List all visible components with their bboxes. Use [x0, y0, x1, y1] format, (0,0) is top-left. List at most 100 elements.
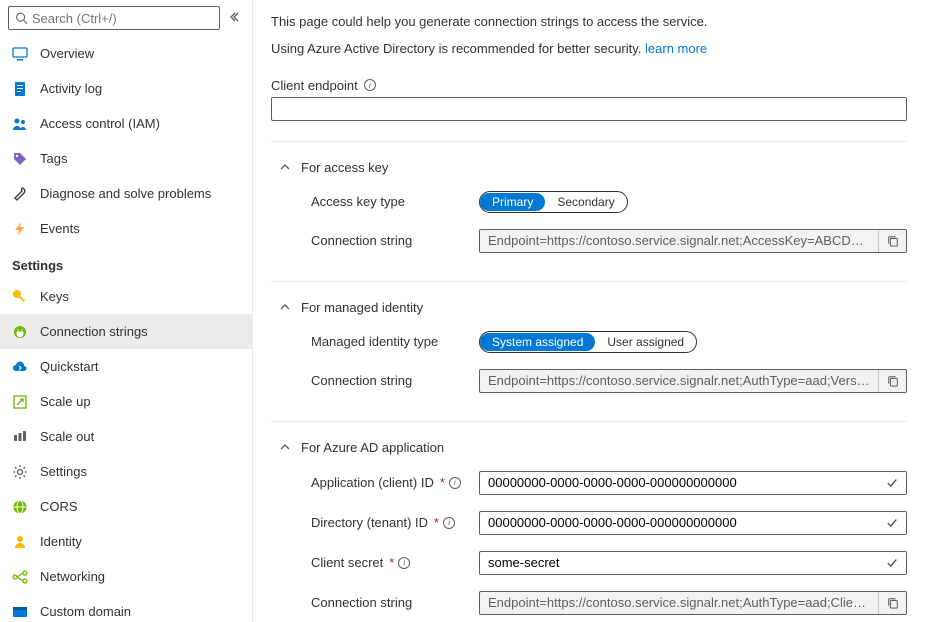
- pill-primary[interactable]: Primary: [480, 193, 545, 211]
- sidebar: Overview Activity log Access control (IAM)…: [0, 0, 253, 622]
- sidebar-item-settings[interactable]: Settings: [0, 454, 252, 489]
- sidebar-item-custom-domain[interactable]: Custom domain: [0, 594, 252, 622]
- client-secret-label: Client secret* i: [311, 555, 471, 570]
- conn-string-label: Connection string: [311, 595, 471, 610]
- sidebar-item-label: Settings: [40, 464, 87, 479]
- intro-line1: This page could help you generate connec…: [271, 12, 907, 33]
- sidebar-item-cors[interactable]: CORS: [0, 489, 252, 524]
- identity-icon: [12, 534, 28, 550]
- tenant-id-input[interactable]: [479, 511, 907, 535]
- plug-icon: [12, 324, 28, 340]
- sidebar-item-identity[interactable]: Identity: [0, 524, 252, 559]
- copy-icon: [887, 375, 899, 387]
- conn-string-aad-app: Endpoint=https://contoso.service.signalr…: [479, 591, 907, 615]
- sidebar-item-events[interactable]: Events: [0, 211, 252, 246]
- scaleup-icon: [12, 394, 28, 410]
- section-header-aad-app[interactable]: For Azure AD application: [271, 434, 907, 461]
- chevron-up-icon: [279, 301, 291, 313]
- copy-button[interactable]: [878, 370, 906, 392]
- client-secret-input[interactable]: [479, 551, 907, 575]
- conn-string-managed-identity: Endpoint=https://contoso.service.signalr…: [479, 369, 907, 393]
- chevron-up-icon: [279, 441, 291, 453]
- sidebar-item-label: Quickstart: [40, 359, 99, 374]
- check-icon: [878, 477, 906, 489]
- people-icon: [12, 116, 28, 132]
- copy-icon: [887, 235, 899, 247]
- sidebar-item-diagnose-and-solve-problems[interactable]: Diagnose and solve problems: [0, 176, 252, 211]
- conn-string-label: Connection string: [311, 373, 471, 388]
- bolt-icon: [12, 221, 28, 237]
- sidebar-item-label: Access control (IAM): [40, 116, 160, 131]
- info-icon[interactable]: i: [449, 477, 461, 489]
- sidebar-item-connection-strings[interactable]: Connection strings: [0, 314, 252, 349]
- gear-icon: [12, 464, 28, 480]
- copy-button[interactable]: [878, 592, 906, 614]
- sidebar-item-scale-out[interactable]: Scale out: [0, 419, 252, 454]
- sidebar-item-overview[interactable]: Overview: [0, 36, 252, 71]
- search-icon: [15, 11, 28, 25]
- sidebar-item-label: Scale out: [40, 429, 94, 444]
- cloud-icon: [12, 359, 28, 375]
- domain-icon: [12, 604, 28, 620]
- sidebar-item-label: Scale up: [40, 394, 91, 409]
- sidebar-item-networking[interactable]: Networking: [0, 559, 252, 594]
- monitor-icon: [12, 46, 28, 62]
- copy-button[interactable]: [878, 230, 906, 252]
- tag-icon: [12, 151, 28, 167]
- pill-secondary[interactable]: Secondary: [545, 193, 626, 211]
- sidebar-item-label: Identity: [40, 534, 82, 549]
- sidebar-item-label: CORS: [40, 499, 78, 514]
- main-content: This page could help you generate connec…: [253, 0, 925, 622]
- nav-scroll: Overview Activity log Access control (IAM)…: [0, 36, 252, 622]
- sidebar-item-label: Diagnose and solve problems: [40, 186, 211, 201]
- managed-identity-type-toggle[interactable]: System assigned User assigned: [479, 331, 697, 353]
- search-box[interactable]: [8, 6, 220, 30]
- conn-string-label: Connection string: [311, 233, 471, 248]
- sidebar-item-scale-up[interactable]: Scale up: [0, 384, 252, 419]
- client-id-input[interactable]: [479, 471, 907, 495]
- tenant-id-label: Directory (tenant) ID* i: [311, 515, 471, 530]
- check-icon: [878, 517, 906, 529]
- intro-text: This page could help you generate connec…: [271, 12, 907, 60]
- info-icon[interactable]: i: [364, 79, 376, 91]
- client-endpoint-label: Client endpoint i: [271, 78, 907, 93]
- copy-icon: [887, 597, 899, 609]
- sidebar-item-label: Events: [40, 221, 80, 236]
- managed-identity-type-label: Managed identity type: [311, 334, 471, 349]
- sidebar-header-settings: Settings: [0, 246, 252, 279]
- section-header-access-key[interactable]: For access key: [271, 154, 907, 181]
- sidebar-item-keys[interactable]: Keys: [0, 279, 252, 314]
- globe-icon: [12, 499, 28, 515]
- client-endpoint-input[interactable]: [271, 97, 907, 121]
- sidebar-item-access-control-iam-[interactable]: Access control (IAM): [0, 106, 252, 141]
- pill-system-assigned[interactable]: System assigned: [480, 333, 595, 351]
- sidebar-item-tags[interactable]: Tags: [0, 141, 252, 176]
- check-icon: [878, 557, 906, 569]
- sidebar-item-quickstart[interactable]: Quickstart: [0, 349, 252, 384]
- scaleout-icon: [12, 429, 28, 445]
- sidebar-item-label: Custom domain: [40, 604, 131, 619]
- info-icon[interactable]: i: [443, 517, 455, 529]
- section-aad-app: For Azure AD application Application (cl…: [271, 421, 907, 622]
- intro-line2: Using Azure Active Directory is recommen…: [271, 39, 907, 60]
- sidebar-item-label: Overview: [40, 46, 94, 61]
- log-icon: [12, 81, 28, 97]
- section-access-key: For access key Access key type Primary S…: [271, 141, 907, 281]
- sidebar-item-label: Connection strings: [40, 324, 148, 339]
- sidebar-item-label: Networking: [40, 569, 105, 584]
- collapse-sidebar-button[interactable]: [228, 9, 244, 28]
- section-managed-identity: For managed identity Managed identity ty…: [271, 281, 907, 421]
- sidebar-item-activity-log[interactable]: Activity log: [0, 71, 252, 106]
- access-key-type-toggle[interactable]: Primary Secondary: [479, 191, 628, 213]
- wrench-icon: [12, 186, 28, 202]
- section-header-managed-identity[interactable]: For managed identity: [271, 294, 907, 321]
- pill-user-assigned[interactable]: User assigned: [595, 333, 696, 351]
- search-input[interactable]: [32, 11, 213, 26]
- access-key-type-label: Access key type: [311, 194, 471, 209]
- sidebar-item-label: Keys: [40, 289, 69, 304]
- learn-more-link[interactable]: learn more: [645, 41, 707, 56]
- key-icon: [12, 289, 28, 305]
- sidebar-item-label: Activity log: [40, 81, 102, 96]
- net-icon: [12, 569, 28, 585]
- info-icon[interactable]: i: [398, 557, 410, 569]
